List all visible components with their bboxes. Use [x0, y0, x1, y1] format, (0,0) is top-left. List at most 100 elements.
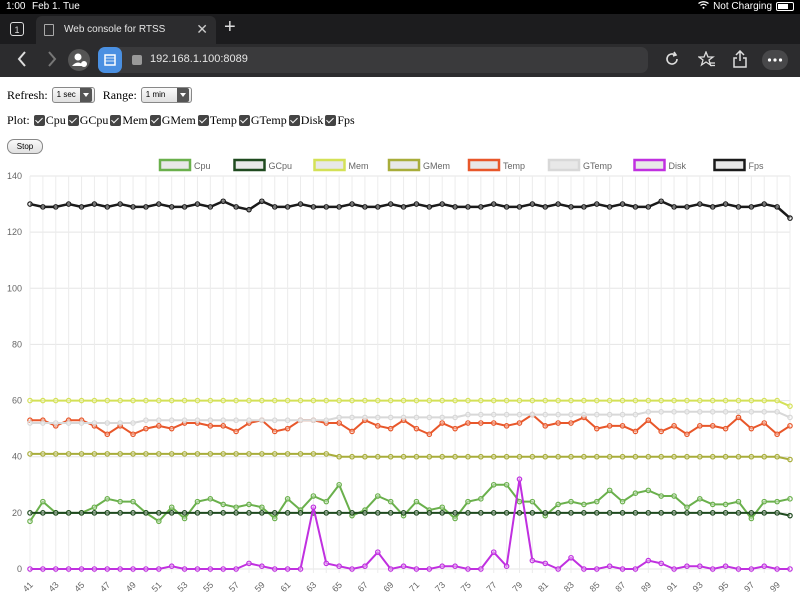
profile-icon[interactable] — [68, 49, 90, 71]
data-point — [104, 204, 111, 210]
data-point — [439, 510, 446, 516]
data-point — [40, 510, 46, 516]
checkbox-gmem[interactable] — [149, 115, 161, 126]
data-point — [233, 510, 239, 516]
close-tab-icon[interactable]: ✕ — [196, 21, 208, 38]
data-point — [336, 453, 342, 460]
data-point — [542, 510, 549, 516]
tab-title: Web console for RTSS — [64, 24, 166, 35]
checkbox-gcpu[interactable] — [67, 115, 79, 126]
data-point — [645, 204, 652, 210]
legend-swatch — [713, 158, 746, 172]
reload-icon[interactable] — [664, 51, 680, 72]
data-point — [555, 201, 561, 207]
stop-button[interactable]: Stop — [7, 139, 43, 154]
legend-swatch — [233, 158, 266, 172]
data-point — [349, 453, 355, 460]
data-point — [697, 397, 703, 404]
data-point — [194, 566, 201, 572]
data-point — [168, 451, 175, 457]
data-point — [65, 451, 72, 457]
data-point — [761, 498, 768, 505]
data-point — [207, 496, 214, 502]
data-point — [156, 201, 162, 207]
data-point — [478, 453, 484, 460]
data-point — [143, 451, 149, 457]
x-tick-label: 45 — [72, 580, 86, 594]
range-select[interactable]: 1 min — [140, 87, 193, 103]
url-text[interactable]: 192.168.1.100:8089 — [150, 53, 248, 65]
data-point — [426, 397, 433, 404]
checkbox-mem[interactable] — [110, 115, 122, 126]
checkbox-fps[interactable] — [325, 115, 337, 126]
data-point — [542, 411, 549, 418]
tab-icon[interactable] — [98, 47, 122, 73]
data-point — [452, 510, 458, 516]
legend-swatch — [387, 158, 421, 172]
data-point — [143, 510, 149, 516]
data-point — [130, 498, 136, 505]
data-point — [735, 566, 742, 572]
data-point — [349, 566, 355, 572]
data-point — [761, 408, 768, 415]
data-point — [387, 201, 394, 207]
data-point — [426, 414, 433, 421]
data-point — [581, 204, 587, 210]
back-icon[interactable] — [16, 51, 28, 72]
x-tick-label: 53 — [175, 580, 189, 594]
tab-switcher-button[interactable]: 1 — [10, 22, 24, 36]
data-point — [104, 510, 111, 516]
data-point — [658, 493, 664, 499]
data-point — [568, 420, 574, 426]
data-point — [374, 493, 381, 499]
data-point — [233, 428, 239, 435]
data-point — [684, 453, 690, 460]
data-point — [271, 428, 278, 435]
more-icon[interactable] — [762, 50, 788, 70]
data-point — [387, 510, 394, 516]
new-tab-icon[interactable]: + — [224, 16, 236, 39]
data-point — [104, 431, 111, 438]
tab-web-console[interactable]: Web console for RTSS ✕ — [36, 16, 216, 44]
data-point — [52, 510, 59, 516]
legend-label: Mem — [349, 161, 369, 171]
data-point — [387, 414, 394, 421]
x-tick-label: 97 — [742, 580, 756, 594]
data-point — [271, 417, 278, 424]
data-point — [606, 397, 613, 404]
data-point — [465, 411, 471, 418]
data-point — [439, 397, 446, 404]
data-point — [774, 453, 780, 460]
page-content: Refresh: 1 sec Range: 1 min Plot: Cpu GC… — [0, 77, 800, 600]
forward-icon[interactable] — [46, 51, 58, 72]
site-info-icon[interactable] — [132, 55, 142, 65]
data-point — [271, 515, 278, 522]
data-point — [490, 411, 497, 418]
address-bar[interactable]: 192.168.1.100:8089 — [98, 47, 648, 73]
data-point — [645, 557, 652, 564]
bookmark-icon[interactable] — [697, 50, 716, 72]
data-point — [658, 428, 664, 435]
data-point — [697, 201, 703, 207]
checkbox-cpu[interactable] — [33, 115, 45, 126]
data-point — [362, 204, 368, 210]
share-icon[interactable] — [733, 49, 747, 73]
data-point — [130, 397, 136, 404]
plot-label: Plot: — [7, 113, 30, 127]
data-point — [117, 498, 123, 505]
x-tick-label: 79 — [510, 580, 524, 594]
data-point — [722, 453, 729, 460]
checkbox-disk[interactable] — [288, 115, 300, 126]
data-point — [40, 204, 46, 210]
checkbox-label: GCpu — [79, 113, 109, 127]
checkbox-temp[interactable] — [197, 115, 209, 126]
data-point — [91, 451, 98, 457]
data-point — [465, 397, 471, 404]
data-point — [606, 411, 613, 418]
checkbox-gtemp[interactable] — [238, 115, 250, 126]
x-tick-label: 75 — [459, 580, 473, 594]
data-point — [568, 204, 574, 210]
data-point — [40, 397, 46, 404]
refresh-select[interactable]: 1 sec — [51, 87, 95, 103]
data-point — [220, 451, 227, 457]
